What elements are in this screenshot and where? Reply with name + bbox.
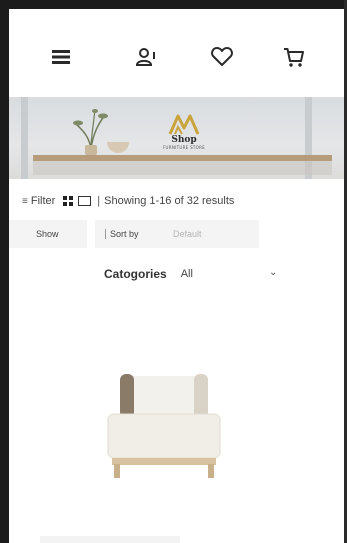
sort-divider: [105, 229, 106, 239]
list-view-icon[interactable]: [78, 196, 92, 206]
shop-banner: Shop FURNITURE STORE: [9, 97, 344, 179]
shop-logo[interactable]: Shop FURNITURE STORE: [161, 110, 207, 170]
categories-label: Catogories: [104, 267, 167, 281]
show-label: Show: [36, 229, 59, 239]
plant-decoration: [73, 108, 108, 155]
device-frame-top: [0, 0, 347, 9]
product-card-image[interactable]: [100, 360, 226, 484]
filter-icon[interactable]: ≡: [22, 196, 28, 207]
show-sort-controls: Show Sort by Default: [9, 220, 259, 248]
chevron-down-icon[interactable]: ⌄: [269, 267, 277, 278]
heart-icon[interactable]: [209, 44, 235, 70]
logo-subtext: FURNITURE STORE: [162, 145, 206, 150]
results-count-text: Showing 1-16 of 32 results: [104, 195, 235, 207]
user-icon[interactable]: [133, 44, 159, 70]
grid-view-icon[interactable]: [63, 196, 74, 206]
top-navigation-bar: [9, 9, 344, 97]
toolbar-separator: |: [97, 195, 101, 207]
categories-value[interactable]: All: [181, 268, 193, 280]
logo-mark-icon: [168, 114, 200, 135]
next-card-edge: [40, 536, 180, 543]
menu-icon[interactable]: [49, 44, 75, 70]
logo-text: Shop: [171, 135, 197, 145]
categories-filter[interactable]: Catogories All ⌄: [104, 266, 277, 282]
sort-value[interactable]: Default: [173, 229, 202, 239]
results-toolbar: ≡ Filter | Showing 1-16 of 32 results: [22, 193, 234, 209]
sort-label: Sort by: [110, 229, 139, 239]
armchair-icon: [107, 374, 221, 478]
cart-icon[interactable]: [281, 44, 307, 70]
wall-panel: [21, 97, 28, 179]
device-frame-left: [0, 0, 9, 543]
filter-button[interactable]: Filter: [31, 195, 55, 207]
